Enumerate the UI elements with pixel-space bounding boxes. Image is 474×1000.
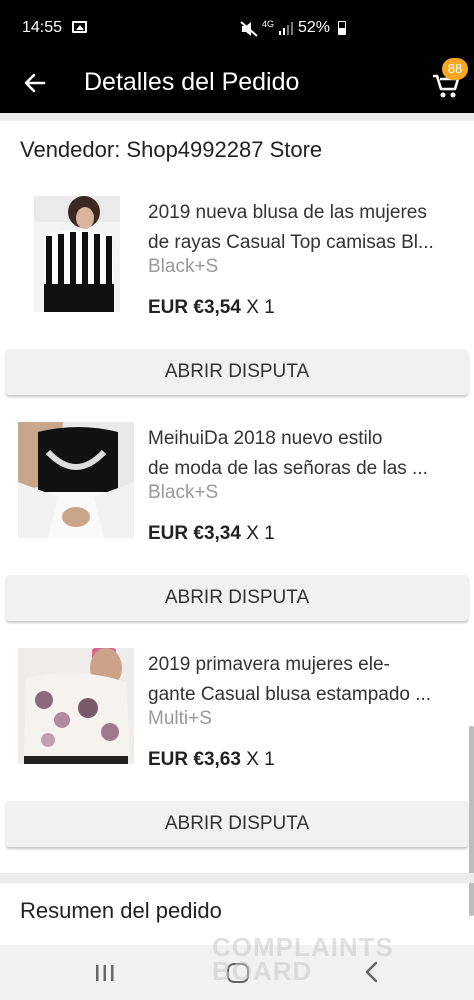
- quantity: X 1: [240, 749, 275, 770]
- section-divider: [0, 873, 474, 883]
- open-dispute-button[interactable]: ABRIR DISPUTA: [6, 801, 468, 847]
- app-bar: Detalles del Pedido 88: [0, 58, 474, 113]
- product-price: EUR €3,54 X 1: [148, 297, 275, 319]
- product-title[interactable]: 2019 nueva blusa de las mujeres de rayas…: [148, 198, 458, 258]
- product-title-line: 2019 primavera mujeres ele-: [148, 654, 390, 675]
- cart-count-badge: 88: [442, 58, 468, 80]
- order-summary-heading[interactable]: Resumen del pedido: [20, 898, 222, 924]
- signal-icon: [279, 22, 293, 35]
- product-title-line: de rayas Casual Top camisas Bl...: [148, 232, 434, 253]
- battery-percent: 52%: [298, 19, 331, 36]
- open-dispute-button[interactable]: ABRIR DISPUTA: [6, 349, 468, 395]
- product-image[interactable]: [34, 196, 120, 312]
- quantity: X 1: [240, 297, 275, 318]
- product-variant: Black+S: [148, 256, 219, 277]
- price-value: EUR €3,63: [148, 749, 241, 770]
- watermark-line: BOARD: [212, 956, 313, 986]
- product-title-line: MeihuiDa 2018 nuevo estilo: [148, 428, 383, 449]
- product-variant: Black+S: [148, 482, 219, 503]
- page-title: Detalles del Pedido: [84, 68, 300, 96]
- quantity: X 1: [240, 523, 275, 544]
- scrollbar[interactable]: [469, 726, 474, 916]
- mute-icon: [240, 21, 258, 37]
- product-title-line: de moda de las señoras de las ...: [148, 458, 428, 479]
- price-value: EUR €3,54: [148, 297, 241, 318]
- recent-apps-icon[interactable]: [94, 964, 116, 982]
- product-title-line: gante Casual blusa estampado ...: [148, 684, 432, 705]
- price-value: EUR €3,34: [148, 523, 241, 544]
- product-title-line: 2019 nueva blusa de las mujeres: [148, 202, 427, 223]
- back-arrow-icon[interactable]: [20, 68, 50, 98]
- status-bar: 14:55 4G 52%: [0, 0, 474, 58]
- network-type: 4G: [262, 19, 275, 29]
- product-price: EUR €3,63 X 1: [148, 749, 275, 771]
- open-dispute-button[interactable]: ABRIR DISPUTA: [6, 575, 468, 621]
- battery-icon: [338, 21, 346, 35]
- product-image[interactable]: [18, 422, 134, 538]
- status-time: 14:55: [22, 19, 63, 36]
- product-price: EUR €3,34 X 1: [148, 523, 275, 545]
- watermark: COMPLAINTS BOARD: [212, 934, 394, 986]
- seller-name: Vendedor: Shop4992287 Store: [20, 137, 323, 162]
- gallery-notification-icon: [72, 21, 87, 33]
- product-image[interactable]: [18, 648, 134, 764]
- product-title[interactable]: MeihuiDa 2018 nuevo estilo de moda de la…: [148, 424, 458, 484]
- product-variant: Multi+S: [148, 708, 212, 729]
- product-title[interactable]: 2019 primavera mujeres ele- gante Casual…: [148, 650, 458, 710]
- header-divider: [0, 113, 474, 121]
